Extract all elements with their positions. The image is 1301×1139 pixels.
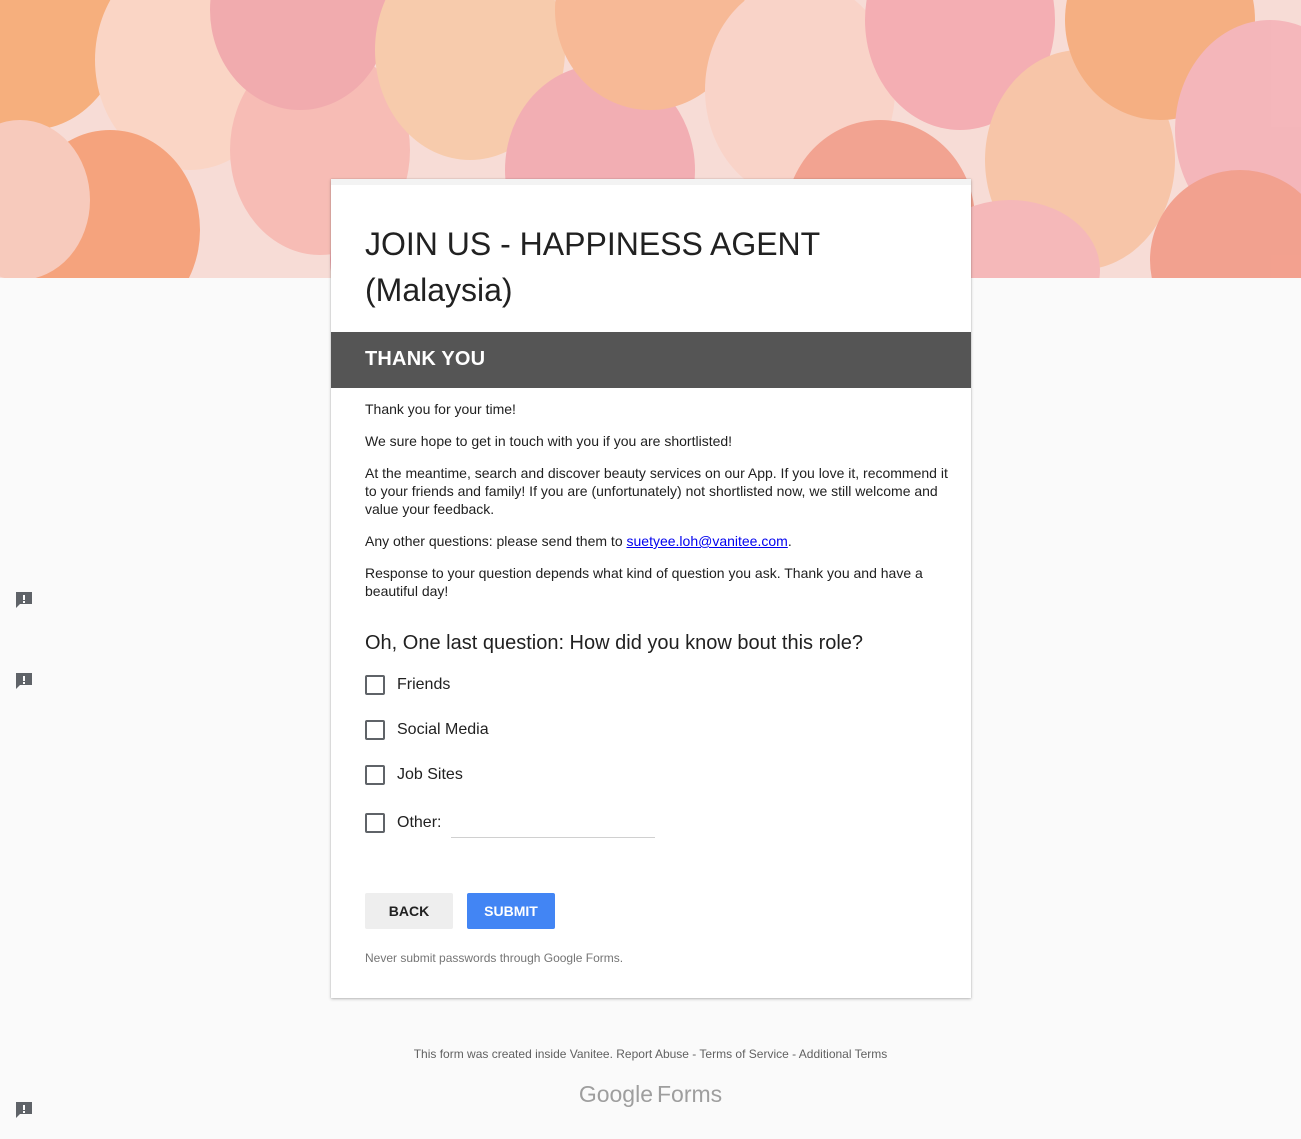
checkbox[interactable]	[365, 675, 385, 695]
section-title: THANK YOU	[365, 348, 486, 370]
description-paragraph: We sure hope to get in touch with you if…	[365, 433, 733, 449]
form-card: JOIN US - HAPPINESS AGENT (Malaysia) THA…	[331, 179, 971, 998]
report-feedback-icon[interactable]	[14, 1100, 34, 1120]
terms-of-service-link[interactable]: Terms of Service	[699, 1047, 788, 1061]
option-label: Job Sites	[397, 766, 463, 783]
submit-button[interactable]: SUBMIT	[467, 893, 555, 929]
form-title: JOIN US - HAPPINESS AGENT (Malaysia)	[365, 226, 820, 308]
report-abuse-link[interactable]: Report Abuse	[616, 1047, 689, 1061]
footer-separator: -	[688, 1047, 700, 1061]
footer-separator: -	[788, 1047, 799, 1061]
report-feedback-icon[interactable]	[14, 590, 34, 610]
description-paragraph: Any other questions: please send them to…	[365, 532, 951, 550]
section-header: THANK YOU	[331, 332, 971, 388]
checkbox[interactable]	[365, 813, 385, 833]
report-feedback-icon[interactable]	[14, 671, 34, 691]
section-description: Thank you for your time! We sure hope to…	[365, 400, 951, 614]
forms-wordmark: Forms	[657, 1081, 723, 1107]
option-label: Social Media	[397, 721, 489, 738]
back-button[interactable]: BACK	[365, 893, 453, 929]
description-paragraph: Response to your question depends what k…	[365, 565, 923, 599]
google-wordmark: Google	[578, 1081, 653, 1107]
question-title: Oh, One last question: How did you know …	[365, 632, 864, 654]
checkbox[interactable]	[365, 720, 385, 740]
option-label: Friends	[397, 676, 451, 693]
contact-email-link[interactable]: suetyee.loh@vanitee.com	[627, 533, 788, 549]
description-paragraph: Thank you for your time!	[365, 401, 516, 417]
card-top-strip	[331, 179, 971, 185]
email-prefix-text: Any other questions: please send them to	[365, 533, 627, 549]
password-warning: Never submit passwords through Google Fo…	[365, 951, 624, 965]
description-paragraph: At the meantime, search and discover bea…	[365, 465, 948, 517]
google-forms-logo[interactable]: Google Forms	[0, 1081, 1301, 1108]
footer-created-text: This form was created inside Vanitee.	[413, 1047, 613, 1061]
other-text-input[interactable]	[451, 811, 655, 838]
additional-terms-link[interactable]: Additional Terms	[799, 1047, 888, 1061]
option-label: Other:	[397, 814, 442, 831]
email-suffix-text: .	[787, 533, 792, 549]
footer-links: This form was created inside Vanitee. Re…	[0, 1047, 1301, 1061]
checkbox[interactable]	[365, 765, 385, 785]
